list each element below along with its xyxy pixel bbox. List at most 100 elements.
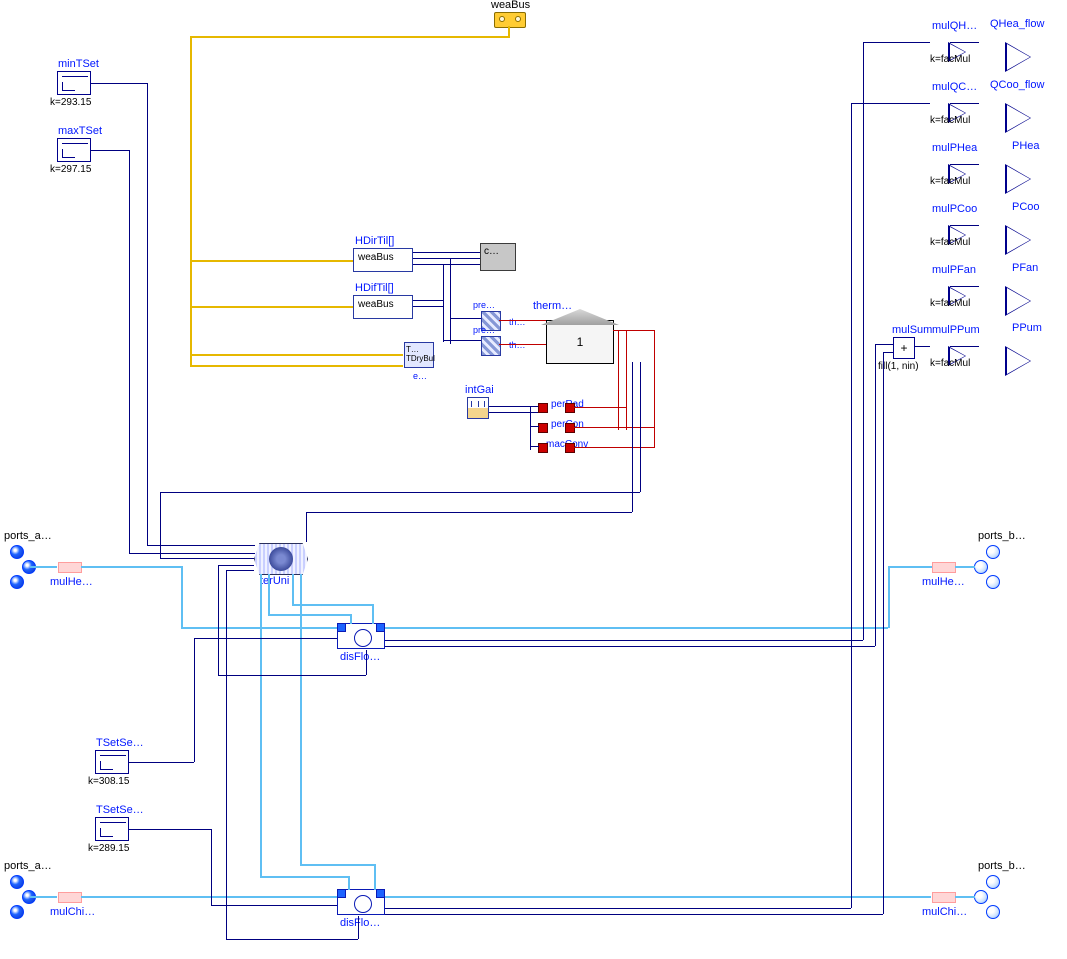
c-block[interactable]: c…	[480, 243, 516, 271]
wire	[190, 354, 403, 356]
wire	[218, 675, 366, 676]
wire	[950, 164, 979, 165]
intGai-block[interactable]	[467, 397, 489, 419]
wire	[450, 318, 481, 319]
wire	[875, 344, 893, 345]
wire	[306, 512, 307, 542]
wire	[385, 640, 863, 641]
wire	[91, 150, 129, 151]
wire	[443, 264, 444, 342]
port-b3[interactable]	[986, 575, 1000, 589]
mulChiOut[interactable]	[932, 892, 956, 903]
mulSum-block[interactable]: +	[893, 337, 915, 359]
disFloCoo[interactable]	[337, 889, 385, 915]
PFan-port[interactable]	[1005, 286, 1031, 316]
port-a6[interactable]	[10, 905, 24, 919]
wire	[190, 306, 353, 308]
TSetSeCoo-k: k=289.15	[88, 843, 129, 854]
wire	[129, 150, 130, 553]
HDirTil-text: weaBus	[358, 252, 394, 263]
disFloCoo-label: disFlo…	[340, 917, 380, 929]
weaBus-connector[interactable]	[494, 12, 526, 28]
port-b6[interactable]	[986, 905, 1000, 919]
mulQH-label: mulQH…	[932, 20, 977, 32]
tdrybul-t1: T…	[406, 345, 419, 354]
wire	[211, 829, 212, 905]
perRad-port-r[interactable]	[565, 403, 575, 413]
mulChiIn-label: mulChi…	[50, 906, 95, 918]
wire	[190, 365, 403, 367]
wire	[955, 896, 975, 898]
QCoo_flow-port[interactable]	[1005, 103, 1031, 133]
wire	[875, 344, 876, 646]
TSetSeCoo-block[interactable]	[95, 817, 129, 841]
perCon-port[interactable]	[538, 423, 548, 433]
port-b4[interactable]	[986, 875, 1000, 889]
wire	[372, 604, 374, 624]
mulHeaOut-label: mulHe…	[922, 576, 965, 588]
maxTSet-k: k=297.15	[50, 164, 91, 175]
port-b2[interactable]	[974, 560, 988, 574]
wire	[883, 352, 893, 353]
wire	[888, 566, 890, 628]
wire	[81, 566, 181, 568]
port-b1[interactable]	[986, 545, 1000, 559]
mulPPum-label: mulPPum	[932, 324, 980, 336]
wire	[91, 83, 147, 84]
port-b5[interactable]	[974, 890, 988, 904]
wire	[30, 566, 57, 568]
perRad-port[interactable]	[538, 403, 548, 413]
ports_a_bot-label: ports_a…	[4, 860, 52, 872]
disFloHea-label: disFlo…	[340, 651, 380, 663]
wire	[632, 362, 633, 512]
minTSet-block[interactable]	[57, 71, 91, 95]
wire	[300, 864, 374, 866]
wire	[385, 908, 851, 909]
HDifTil-box[interactable]: weaBus	[353, 295, 413, 319]
wire	[530, 406, 531, 450]
disFloHea[interactable]	[337, 623, 385, 649]
e-label: e…	[413, 371, 427, 381]
wire	[499, 344, 546, 345]
wire	[226, 570, 227, 939]
PHea-port[interactable]	[1005, 164, 1031, 194]
TSetSeHea-block[interactable]	[95, 750, 129, 774]
macConv-port[interactable]	[538, 443, 548, 453]
wire	[413, 258, 480, 259]
hatch-2[interactable]	[481, 336, 501, 356]
maxTSet-label: maxTSet	[58, 125, 102, 137]
wire	[211, 905, 337, 906]
zone-block[interactable]: 1	[546, 320, 614, 364]
terUni[interactable]	[254, 543, 308, 575]
wire	[883, 352, 884, 914]
wire	[450, 258, 451, 344]
port-a1[interactable]	[10, 545, 24, 559]
mulSum-fill: fill(1, nin)	[878, 361, 919, 372]
wire	[955, 566, 975, 568]
HDirTil-box[interactable]: weaBus	[353, 248, 413, 272]
mulHeaIn[interactable]	[58, 562, 82, 573]
mulChiIn[interactable]	[58, 892, 82, 903]
wire	[366, 650, 367, 675]
maxTSet-block[interactable]	[57, 138, 91, 162]
zone-num: 1	[547, 335, 613, 349]
wire	[863, 42, 930, 43]
QHea_flow-port[interactable]	[1005, 42, 1031, 72]
PPum-label: PPum	[1012, 322, 1042, 334]
wire	[950, 225, 979, 226]
wire	[129, 553, 255, 554]
port-a4[interactable]	[10, 875, 24, 889]
mulPHea-k: k=facMul	[930, 176, 970, 187]
PPum-port[interactable]	[1005, 346, 1031, 376]
mulHeaOut[interactable]	[932, 562, 956, 573]
ports_b_bot-label: ports_b…	[978, 860, 1026, 872]
wire	[640, 362, 641, 492]
macConv-port-r[interactable]	[565, 443, 575, 453]
wire	[268, 574, 270, 614]
port-a3[interactable]	[10, 575, 24, 589]
wire	[574, 407, 626, 408]
weaBus-label: weaBus	[491, 0, 530, 11]
PCoo-port[interactable]	[1005, 225, 1031, 255]
perCon-port-r[interactable]	[565, 423, 575, 433]
tdrybul-t2: TDryBul	[406, 354, 435, 363]
